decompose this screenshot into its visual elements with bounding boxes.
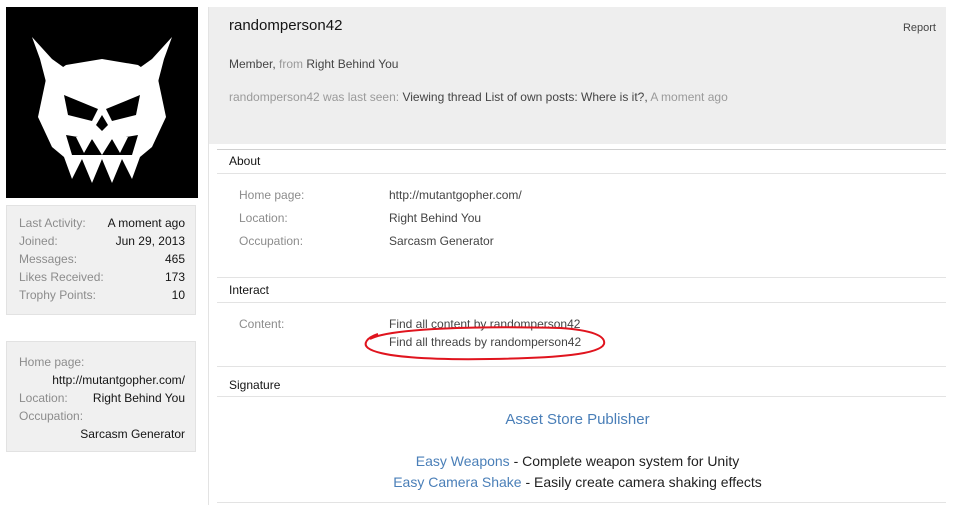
stat-value: A moment ago xyxy=(107,216,185,230)
stat-joined: Joined: Jun 29, 2013 xyxy=(19,232,185,250)
highlight-circle-annotation xyxy=(364,326,606,361)
signature-heading: Signature xyxy=(229,378,281,392)
last-seen-time: A moment ago xyxy=(650,90,728,104)
divider xyxy=(217,173,946,174)
stat-messages[interactable]: Messages: 465 xyxy=(19,250,185,268)
report-link[interactable]: Report xyxy=(903,22,936,34)
last-seen-label: randomperson42 was last seen: xyxy=(229,90,400,104)
avatar[interactable] xyxy=(6,7,198,198)
stat-label: Trophy Points: xyxy=(19,288,96,302)
easy-weapons-link[interactable]: Easy Weapons xyxy=(416,453,510,469)
divider xyxy=(217,366,946,367)
stat-label: Last Activity: xyxy=(19,216,86,230)
from-label: from xyxy=(279,57,304,71)
sidebar-occupation-value: Sarcasm Generator xyxy=(80,427,185,441)
about-home-label: Home page: xyxy=(239,188,305,202)
last-seen-line: randomperson42 was last seen: Viewing th… xyxy=(229,90,728,104)
asset-store-publisher-link[interactable]: Asset Store Publisher xyxy=(505,411,649,428)
signature-line-2: Easy Camera Shake - Easily create camera… xyxy=(209,474,946,490)
member-title-line: Member, from Right Behind You xyxy=(229,57,398,71)
stat-last-activity: Last Activity: A moment ago xyxy=(19,214,185,232)
stat-label: Messages: xyxy=(19,252,78,266)
interact-heading: Interact xyxy=(229,283,270,297)
sidebar-occupation-label: Occupation: xyxy=(19,409,84,423)
stat-trophy-points[interactable]: Trophy Points: 10 xyxy=(19,286,185,304)
stat-label: Likes Received: xyxy=(19,270,104,284)
stat-label: Joined: xyxy=(19,234,58,248)
stat-value[interactable]: 465 xyxy=(165,250,185,268)
location-link[interactable]: Right Behind You xyxy=(306,57,398,71)
member-title: Member, xyxy=(229,57,276,71)
stat-value[interactable]: 10 xyxy=(172,286,185,304)
about-location-label: Location: xyxy=(239,211,288,225)
signature-publisher-line: Asset Store Publisher xyxy=(209,411,946,428)
about-location-link[interactable]: Right Behind You xyxy=(389,211,481,225)
profile-header: randomperson42 Report Member, from Right… xyxy=(209,7,946,144)
member-stats: Last Activity: A moment ago Joined: Jun … xyxy=(6,205,196,315)
easy-camera-shake-description: - Easily create camera shaking effects xyxy=(521,474,762,490)
sidebar-location-label: Location: xyxy=(19,391,68,405)
stat-value: Jun 29, 2013 xyxy=(115,234,185,248)
divider xyxy=(217,302,946,303)
sidebar-home-label: Home page: xyxy=(19,355,85,369)
signature-line-1: Easy Weapons - Complete weapon system fo… xyxy=(209,453,946,469)
last-seen-activity-link[interactable]: Viewing thread List of own posts: Where … xyxy=(402,90,647,104)
sidebar-home-link[interactable]: http://mutantgopher.com/ xyxy=(19,371,185,389)
divider xyxy=(217,149,946,150)
username-heading: randomperson42 xyxy=(229,17,343,34)
easy-camera-shake-link[interactable]: Easy Camera Shake xyxy=(393,474,521,490)
content-label: Content: xyxy=(239,317,285,331)
about-occupation-label: Occupation: xyxy=(239,234,304,248)
sidebar-location-value: Right Behind You xyxy=(92,391,185,405)
divider xyxy=(217,502,946,503)
divider xyxy=(217,396,946,397)
sidebar-location: Location: Right Behind You xyxy=(19,389,185,407)
easy-weapons-description: - Complete weapon system for Unity xyxy=(509,453,740,469)
divider xyxy=(217,277,946,278)
about-heading: About xyxy=(229,154,261,168)
demon-skull-icon xyxy=(32,37,172,183)
about-home-link[interactable]: http://mutantgopher.com/ xyxy=(389,188,522,202)
sidebar-info-box: Home page: http://mutantgopher.com/ Loca… xyxy=(6,341,196,452)
about-occupation-value: Sarcasm Generator xyxy=(389,234,494,248)
stat-likes-received: Likes Received: 173 xyxy=(19,268,185,286)
stat-value: 173 xyxy=(164,270,185,284)
